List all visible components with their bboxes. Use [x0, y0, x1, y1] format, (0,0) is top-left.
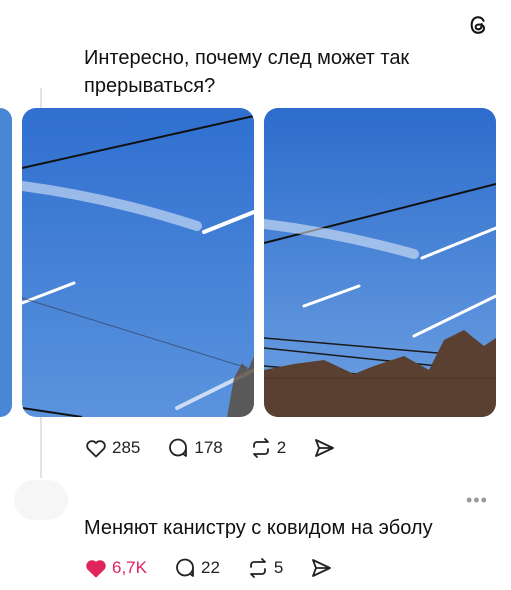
like-count: 285 [112, 438, 141, 457]
like-count: 6,7K [112, 558, 147, 577]
share-button[interactable] [312, 436, 340, 460]
comment-count: 22 [200, 558, 220, 577]
reply-action-bar: 6,7K 22 5 [84, 556, 363, 580]
like-button[interactable]: 285 [84, 436, 140, 460]
post-image-2[interactable] [264, 108, 496, 417]
more-icon[interactable]: ••• [466, 490, 488, 511]
repost-icon [252, 438, 269, 458]
repost-icon [250, 558, 266, 578]
comment-count: 178 [194, 438, 223, 457]
heart-icon [86, 440, 106, 458]
repost-count: 5 [273, 558, 284, 577]
threads-logo-icon[interactable] [468, 14, 490, 36]
post-text: Интересно, почему след может так прерыва… [84, 47, 410, 97]
post-action-bar: 285 178 2 [84, 436, 366, 460]
reply-text: Меняют канистру с ковидом на эболу [84, 517, 433, 539]
comment-button[interactable]: 22 [173, 556, 220, 580]
comment-icon [176, 558, 194, 577]
post-image-1[interactable] [22, 108, 254, 417]
heart-icon [86, 560, 106, 578]
repost-count: 2 [276, 438, 287, 457]
post-image-partial[interactable] [0, 108, 12, 417]
comment-button[interactable]: 178 [166, 436, 223, 460]
repost-button[interactable]: 2 [249, 436, 286, 460]
avatar[interactable] [14, 480, 68, 520]
share-button[interactable] [309, 556, 337, 580]
share-icon [315, 439, 335, 457]
repost-button[interactable]: 5 [246, 556, 283, 580]
share-icon [312, 559, 332, 577]
comment-icon [169, 438, 188, 457]
like-button[interactable]: 6,7K [84, 556, 147, 580]
